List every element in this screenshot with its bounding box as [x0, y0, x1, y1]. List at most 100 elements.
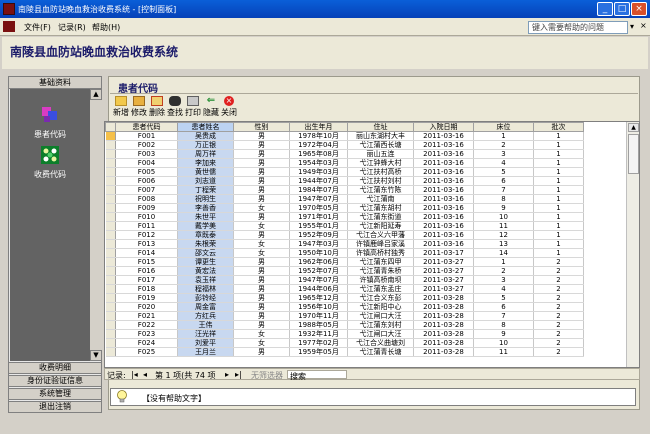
close-button[interactable]: × 关闭 — [220, 96, 238, 118]
table-cell[interactable]: 4 — [473, 284, 534, 294]
table-cell[interactable]: 男 — [233, 140, 290, 150]
column-header[interactable]: 患者代码 — [115, 122, 178, 132]
table-cell[interactable]: 14 — [473, 248, 534, 258]
table-cell[interactable]: 朱世平 — [177, 212, 234, 222]
table-cell[interactable]: 男 — [233, 257, 290, 267]
table-cell[interactable]: 7 — [473, 311, 534, 321]
table-cell[interactable]: F004 — [115, 158, 178, 168]
table-cell[interactable]: 1971年01月 — [289, 212, 348, 222]
sidebar-button-id-verify[interactable]: 身份证验证信息 — [8, 375, 102, 387]
table-cell[interactable]: 2011-03-27 — [413, 257, 474, 267]
table-cell[interactable]: 男 — [233, 185, 290, 195]
table-cell[interactable]: 1 — [533, 140, 584, 150]
table-cell[interactable]: 1932年11月 — [289, 329, 348, 339]
table-cell[interactable]: 周万祥 — [177, 149, 234, 159]
table-row[interactable]: F007 丁程荣男 1984年07月 弋江蒲东竹陈 2011-03-16 7 1 — [105, 185, 584, 195]
delete-button[interactable]: 删除 — [148, 96, 166, 118]
table-cell[interactable]: 彭铃经 — [177, 293, 234, 303]
table-cell[interactable]: 11 — [473, 221, 534, 231]
table-cell[interactable]: 弋江闸口大汪 — [347, 329, 414, 339]
table-cell[interactable]: F005 — [115, 167, 178, 177]
filter-status[interactable]: 无筛选器 — [251, 370, 283, 381]
table-cell[interactable]: 1 — [533, 221, 584, 231]
row-selector[interactable] — [105, 203, 116, 213]
table-cell[interactable]: 6 — [473, 302, 534, 312]
table-cell[interactable]: 1 — [533, 248, 584, 258]
table-cell[interactable]: F024 — [115, 338, 178, 348]
first-record-icon[interactable]: |◂ — [131, 370, 138, 379]
table-cell[interactable]: 2011-03-28 — [413, 302, 474, 312]
table-cell[interactable]: 2011-03-28 — [413, 320, 474, 330]
table-cell[interactable]: 弋江扶村高桥 — [347, 167, 414, 177]
table-cell[interactable]: 2 — [473, 266, 534, 276]
table-cell[interactable]: 1970年05月 — [289, 203, 348, 213]
table-cell[interactable]: 男 — [233, 293, 290, 303]
table-cell[interactable]: 1 — [533, 212, 584, 222]
table-cell[interactable]: F001 — [115, 131, 178, 141]
table-cell[interactable]: 男 — [233, 266, 290, 276]
table-cell[interactable]: 男 — [233, 212, 290, 222]
table-cell[interactable]: 1947年07月 — [289, 194, 348, 204]
close-icon[interactable]: × — [631, 2, 647, 16]
column-header[interactable]: 床位 — [473, 122, 534, 132]
table-cell[interactable]: 弋江蒲东竹陈 — [347, 185, 414, 195]
table-cell[interactable]: 2011-03-28 — [413, 311, 474, 321]
table-cell[interactable]: 1956年10月 — [289, 302, 348, 312]
column-header[interactable]: 批次 — [533, 122, 584, 132]
table-row[interactable]: F025 王月兰男 1959年05月 弋江蒲青长塘 2011-03-28 11 2 — [105, 347, 584, 357]
table-cell[interactable]: 男 — [233, 320, 290, 330]
table-cell[interactable]: 1984年07月 — [289, 185, 348, 195]
menu-help[interactable]: 帮助(H) — [92, 22, 120, 33]
menu-file[interactable]: 文件(F) — [24, 22, 51, 33]
table-cell[interactable]: 祝明生 — [177, 194, 234, 204]
table-cell[interactable]: 13 — [473, 239, 534, 249]
table-cell[interactable]: 弋江蒲青朱桥 — [347, 266, 414, 276]
table-cell[interactable]: 1944年06月 — [289, 284, 348, 294]
row-selector[interactable] — [105, 284, 116, 294]
row-selector[interactable] — [105, 149, 116, 159]
table-cell[interactable]: 男 — [233, 230, 290, 240]
table-cell[interactable]: F013 — [115, 239, 178, 249]
table-cell[interactable]: F002 — [115, 140, 178, 150]
table-cell[interactable]: 2011-03-27 — [413, 275, 474, 285]
table-cell[interactable]: 1944年07月 — [289, 176, 348, 186]
table-vertical-scrollbar[interactable]: ▲ — [626, 122, 639, 367]
table-cell[interactable]: 1 — [533, 176, 584, 186]
row-selector[interactable] — [105, 185, 116, 195]
table-cell[interactable]: 2011-03-16 — [413, 194, 474, 204]
table-cell[interactable]: 1 — [533, 185, 584, 195]
table-cell[interactable]: 2011-03-16 — [413, 203, 474, 213]
table-cell[interactable]: 2 — [533, 257, 584, 267]
table-cell[interactable]: 女 — [233, 221, 290, 231]
row-selector[interactable] — [105, 257, 116, 267]
table-cell[interactable]: F017 — [115, 275, 178, 285]
table-row[interactable]: F004 李加来男 1954年03月 弋江钟蜂大村 2011-03-16 4 1 — [105, 158, 584, 168]
row-selector[interactable] — [105, 329, 116, 339]
table-cell[interactable]: 8 — [473, 320, 534, 330]
table-cell[interactable]: 弋江新阳延寿 — [347, 221, 414, 231]
table-cell[interactable]: 男 — [233, 131, 290, 141]
next-record-icon[interactable]: ▸ — [225, 370, 229, 379]
table-cell[interactable]: F008 — [115, 194, 178, 204]
table-cell[interactable]: 弋江蒲东四甲 — [347, 257, 414, 267]
table-cell[interactable]: 4 — [473, 158, 534, 168]
table-row[interactable]: F012 章既泰男 1952年09月 弋江合义六甲藩 2011-03-16 12 1 — [105, 230, 584, 240]
table-cell[interactable]: 王伟 — [177, 320, 234, 330]
table-cell[interactable]: 1950年10月 — [289, 248, 348, 258]
table-cell[interactable]: 1962年06月 — [289, 257, 348, 267]
sidebar-button-fee-detail[interactable]: 收费明细 — [8, 362, 102, 374]
table-cell[interactable]: 2 — [533, 266, 584, 276]
table-cell[interactable]: F025 — [115, 347, 178, 357]
row-selector[interactable] — [105, 347, 116, 357]
table-cell[interactable]: 9 — [473, 329, 534, 339]
table-cell[interactable]: 男 — [233, 176, 290, 186]
table-cell[interactable]: 8 — [473, 194, 534, 204]
table-cell[interactable]: 程福林 — [177, 284, 234, 294]
row-selector[interactable] — [105, 167, 116, 177]
row-selector[interactable] — [105, 302, 116, 312]
table-cell[interactable]: 李加来 — [177, 158, 234, 168]
table-cell[interactable]: 男 — [233, 167, 290, 177]
table-cell[interactable]: F009 — [115, 203, 178, 213]
table-cell[interactable]: F023 — [115, 329, 178, 339]
prev-record-icon[interactable]: ◂ — [143, 370, 147, 379]
